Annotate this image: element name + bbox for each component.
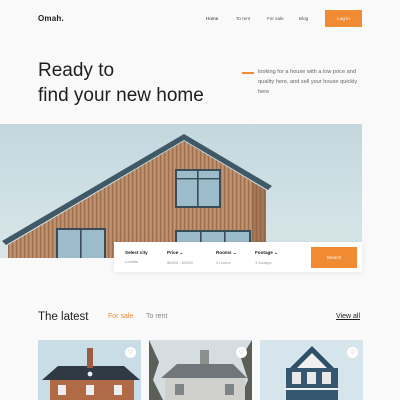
rooms-select-label: Rooms <box>216 250 232 255</box>
tab-to-rent[interactable]: To rent <box>146 313 167 320</box>
chevron-down-icon: ⌄ <box>274 250 279 255</box>
chevron-down-icon: ⌄ <box>232 250 237 255</box>
price-select[interactable]: Price ⌄ $5000 - $2000 <box>167 250 193 265</box>
heart-icon[interactable]: ♡ <box>236 347 247 358</box>
hero-description: looking for a house with a low price and… <box>258 69 358 96</box>
view-all-link[interactable]: View all <box>336 313 360 320</box>
logo[interactable]: Omah. <box>38 14 64 23</box>
heart-icon[interactable]: ♡ <box>125 347 136 358</box>
heart-icon[interactable]: ♡ <box>347 347 358 358</box>
rooms-select[interactable]: Rooms ⌄ 3 rooms <box>216 250 237 265</box>
section-title: The latest <box>38 311 89 323</box>
price-select-label: Price <box>167 250 179 255</box>
hero-title-line-1: Ready to <box>38 60 115 81</box>
hero-title-line-2: find your new home <box>38 85 204 106</box>
city-select[interactable]: Select city Lobatis <box>125 250 148 264</box>
nav-for-sale[interactable]: For sale <box>267 16 284 21</box>
footage-select-label: Footage <box>255 250 273 255</box>
property-card[interactable]: ♡ <box>260 340 363 400</box>
nav-to-rent[interactable]: To rent <box>236 16 250 21</box>
price-select-value: $5000 - $2000 <box>167 260 193 265</box>
property-card[interactable]: ♡ <box>149 340 252 400</box>
search-button[interactable]: Search <box>311 247 357 268</box>
hero-title: Ready to find your new home <box>38 58 204 108</box>
hero-house-image <box>0 124 362 258</box>
property-card[interactable]: ♡ <box>38 340 141 400</box>
house-illustration <box>2 134 272 258</box>
city-select-value: Lobatis <box>125 259 138 264</box>
chevron-down-icon: ⌄ <box>179 250 184 255</box>
footage-select[interactable]: Footage ⌄ 3 footage <box>255 250 278 265</box>
rooms-select-value: 3 rooms <box>216 260 231 265</box>
login-button[interactable]: Log in <box>325 10 362 27</box>
tab-for-sale[interactable]: For sale <box>108 313 133 320</box>
footage-select-value: 3 footage <box>255 260 272 265</box>
nav-blog[interactable]: Blog <box>299 16 308 21</box>
nav-home[interactable]: Home <box>206 16 218 21</box>
hero-accent-line <box>242 72 254 74</box>
city-select-label: Select city <box>125 250 148 255</box>
